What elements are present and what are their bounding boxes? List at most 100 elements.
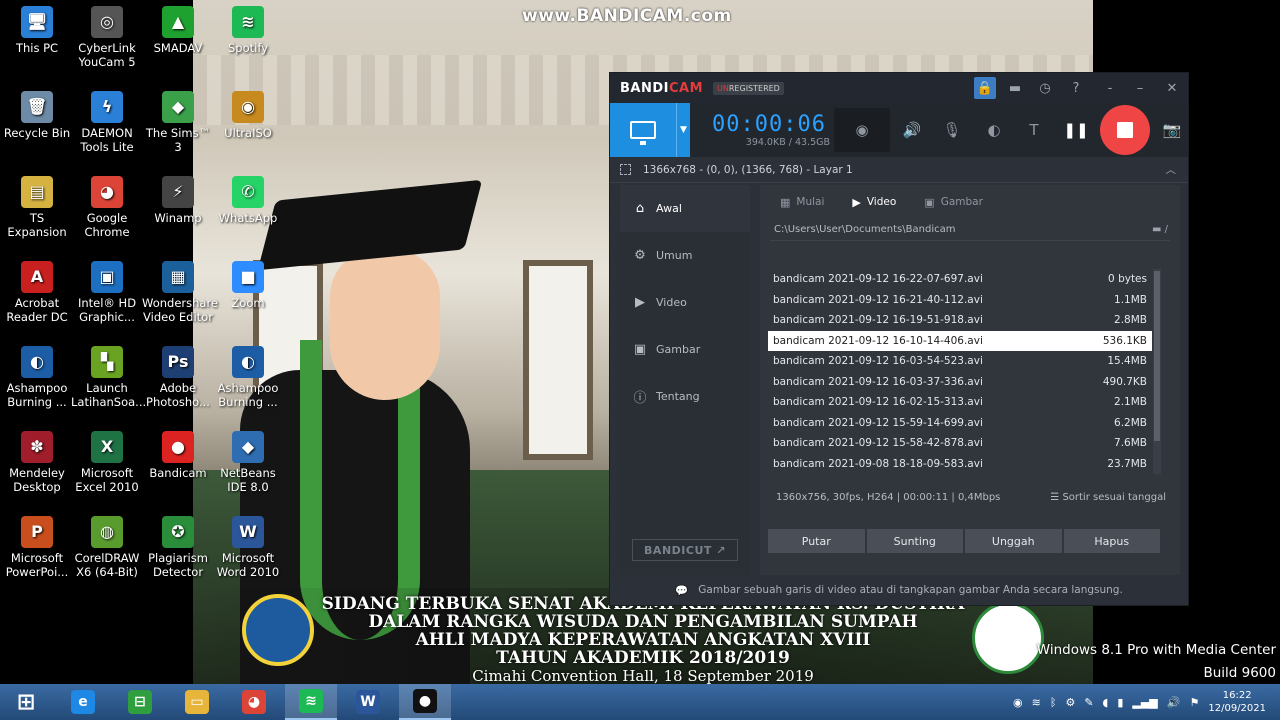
clock[interactable]: 16:22 12/09/2021 xyxy=(1208,689,1266,715)
edit-button[interactable]: Sunting xyxy=(866,529,963,553)
desktop-icon[interactable]: ◉ UltraISO xyxy=(212,91,284,140)
brush-icon[interactable]: ✎ xyxy=(1084,696,1093,709)
desktop-icon[interactable]: ✪ Plagiarism Detector xyxy=(142,516,214,579)
file-row[interactable]: bandicam 2021-09-08 18-18-09-583.avi 23.7… xyxy=(768,454,1152,475)
minimize-icon[interactable]: ‐ xyxy=(1099,77,1121,99)
bandicut-button[interactable]: BANDICUT ↗ xyxy=(632,539,738,561)
taskbar-internet-explorer[interactable]: e xyxy=(57,684,109,720)
file-row[interactable]: bandicam 2021-09-12 16-03-37-336.avi 490.… xyxy=(768,372,1152,393)
file-size: 0 bytes xyxy=(1108,273,1147,286)
network-app-icon[interactable]: ⚙ xyxy=(1065,696,1075,709)
desktop-icon[interactable]: ϟ DAEMON Tools Lite xyxy=(71,91,143,154)
spotify-tray-icon[interactable]: ≋ xyxy=(1032,696,1041,709)
path-label: C:\Users\User\Documents\Bandicam xyxy=(774,224,956,235)
close-icon[interactable]: ✕ xyxy=(1161,77,1183,99)
lock-icon[interactable]: 🔒 xyxy=(974,77,996,99)
desktop-icon[interactable]: ◐ Ashampoo Burning ... xyxy=(212,346,284,409)
capture-region-bar[interactable]: 1366x768 - (0, 0), (1366, 768) - Layar 1… xyxy=(610,157,1188,183)
taskbar-chrome[interactable]: ◕ xyxy=(228,684,280,720)
taskbar-bandicam[interactable]: ● xyxy=(399,684,451,720)
desktop-icon[interactable]: ▲ SMADAV xyxy=(142,6,214,55)
desktop-icon[interactable]: P Microsoft PowerPoi... xyxy=(1,516,73,579)
desktop-icon[interactable]: X Microsoft Excel 2010 xyxy=(71,431,143,494)
taskbar-store[interactable]: ⊟ xyxy=(114,684,166,720)
desktop-icon[interactable]: ◕ Google Chrome xyxy=(71,176,143,239)
file-row[interactable]: bandicam 2021-09-12 16-03-54-523.avi 15.4… xyxy=(768,351,1152,372)
upload-button[interactable]: Unggah xyxy=(965,529,1062,553)
desktop-icon[interactable]: ▤ TS Expansion xyxy=(1,176,73,239)
desktop-icon[interactable]: A Acrobat Reader DC xyxy=(1,261,73,324)
file-list-scrollbar[interactable] xyxy=(1153,269,1161,474)
file-row[interactable]: bandicam 2021-09-12 16-02-15-313.avi 2.1M… xyxy=(768,392,1152,413)
webcam-icon[interactable]: ◉ xyxy=(834,108,890,152)
tab-mulai[interactable]: ▦ Mulai xyxy=(780,196,824,209)
sidebar-item-tentang[interactable]: ⓘ Tentang xyxy=(620,373,750,420)
desktop-icon[interactable]: ■ Zoom xyxy=(212,261,284,310)
file-row[interactable]: bandicam 2021-09-12 15-58-42-878.avi 7.6M… xyxy=(768,433,1152,454)
desktop-icon[interactable]: ⚡ Winamp xyxy=(142,176,214,225)
file-row[interactable]: bandicam 2021-09-12 16-21-40-112.avi 1.1M… xyxy=(768,290,1152,311)
taskbar-spotify[interactable]: ≋ xyxy=(285,684,337,720)
taskbar-file-explorer[interactable]: ▭ xyxy=(171,684,223,720)
microphone-icon[interactable]: 🎙 xyxy=(938,116,966,144)
stop-record-button[interactable] xyxy=(1100,105,1150,155)
clock-icon[interactable]: ◷ xyxy=(1034,77,1056,99)
sidebar-item-awal[interactable]: ⌂ Awal xyxy=(620,185,750,232)
desktop-icon[interactable]: ≋ Spotify xyxy=(212,6,284,55)
title-bar[interactable]: BANDICAM UNREGISTERED 🔒 ▬ ◷ ? ‐ – ✕ xyxy=(610,73,1188,103)
desktop-icon[interactable]: ◆ The Sims™ 3 xyxy=(142,91,214,154)
battery-icon[interactable]: ▮ xyxy=(1117,696,1123,709)
desktop-icon[interactable]: ✽ Mendeley Desktop xyxy=(1,431,73,494)
chevron-down-icon[interactable]: ▼ xyxy=(676,103,690,157)
file-name: bandicam 2021-09-12 16-19-51-918.avi xyxy=(773,314,983,327)
taskbar-start[interactable]: ⊞ xyxy=(0,684,52,720)
desktop-icon[interactable]: ✆ WhatsApp xyxy=(212,176,284,225)
desktop-icon[interactable]: W Microsoft Word 2010 xyxy=(212,516,284,579)
taskbar-word[interactable]: W xyxy=(342,684,394,720)
mouse-effect-icon[interactable]: ◐ xyxy=(980,116,1008,144)
desktop-icon[interactable]: 🗑 Recycle Bin xyxy=(1,91,73,140)
sidebar-item-umum[interactable]: ⚙ Umum xyxy=(620,232,750,279)
desktop-icon[interactable]: ▦ Wondershare Video Editor xyxy=(142,261,218,324)
tab-gambar[interactable]: ▣ Gambar xyxy=(924,196,983,209)
file-list[interactable]: bandicam 2021-09-12 16-22-07-697.avi 0 by… xyxy=(768,269,1152,474)
bluetooth-icon[interactable]: ᛒ xyxy=(1050,696,1057,709)
output-path[interactable]: C:\Users\User\Documents\Bandicam ▬ / xyxy=(770,219,1170,241)
sidebar-item-video[interactable]: ▶ Video xyxy=(620,279,750,326)
sidebar-item-gambar[interactable]: ▣ Gambar xyxy=(620,326,750,373)
volume-icon[interactable]: 🔊 xyxy=(1167,696,1181,709)
flag-icon[interactable]: ⚑ xyxy=(1189,696,1199,709)
camera-icon[interactable]: 📷 xyxy=(1158,116,1186,144)
restore-icon[interactable]: – xyxy=(1129,77,1151,99)
desktop-icon[interactable]: ◍ CorelDRAW X6 (64-Bit) xyxy=(71,516,143,579)
help-icon[interactable]: ? xyxy=(1065,77,1087,99)
desktop-icon[interactable]: ● Bandicam xyxy=(142,431,214,480)
audio-tray-icon[interactable]: ◖ xyxy=(1103,696,1109,709)
desktop-icon[interactable]: ▣ Intel® HD Graphic... xyxy=(71,261,143,324)
desktop-icon[interactable]: 🖥 This PC xyxy=(1,6,73,55)
folder-icon[interactable]: ▬ xyxy=(1004,77,1026,99)
desktop-icon[interactable]: ◆ NetBeans IDE 8.0 xyxy=(212,431,284,494)
folder-open-icon[interactable]: ▬ / xyxy=(1152,224,1168,235)
screen-mode-button[interactable]: ▼ xyxy=(610,103,690,157)
desktop-icon[interactable]: ▚ Launch LatihanSoa... xyxy=(71,346,146,409)
text-overlay-icon[interactable]: T xyxy=(1020,116,1048,144)
desktop-icon[interactable]: Ps Adobe Photosho... xyxy=(142,346,214,409)
play-button[interactable]: Putar xyxy=(768,529,865,553)
file-row[interactable]: bandicam 2021-09-12 16-10-14-406.avi 536.… xyxy=(768,330,1152,351)
file-row[interactable]: bandicam 2021-09-12 15-59-14-699.avi 6.2M… xyxy=(768,413,1152,434)
chevron-up-icon[interactable]: ︿ xyxy=(1166,162,1177,177)
desktop-icon[interactable]: ◎ CyberLink YouCam 5 xyxy=(71,6,143,69)
file-row[interactable]: bandicam 2021-09-12 16-19-51-918.avi 2.8M… xyxy=(768,310,1152,331)
bandicam-window[interactable]: BANDICAM UNREGISTERED 🔒 ▬ ◷ ? ‐ – ✕ ▼ 00… xyxy=(609,72,1189,606)
tab-video[interactable]: ▶ Video xyxy=(852,196,896,209)
desktop-icon[interactable]: ◐ Ashampoo Burning ... xyxy=(1,346,73,409)
sort-button[interactable]: ☰ Sortir sesuai tanggal xyxy=(1050,492,1166,503)
signal-icon[interactable]: ▂▄▆ xyxy=(1132,696,1157,709)
pause-icon[interactable]: ❚❚ xyxy=(1062,116,1090,144)
delete-button[interactable]: Hapus xyxy=(1063,529,1160,553)
speaker-icon[interactable]: 🔊 xyxy=(898,116,926,144)
app-icon: ■ xyxy=(232,261,264,293)
file-row[interactable]: bandicam 2021-09-12 16-22-07-697.avi 0 by… xyxy=(768,269,1152,290)
record-tray-icon[interactable]: ◉ xyxy=(1013,696,1023,709)
